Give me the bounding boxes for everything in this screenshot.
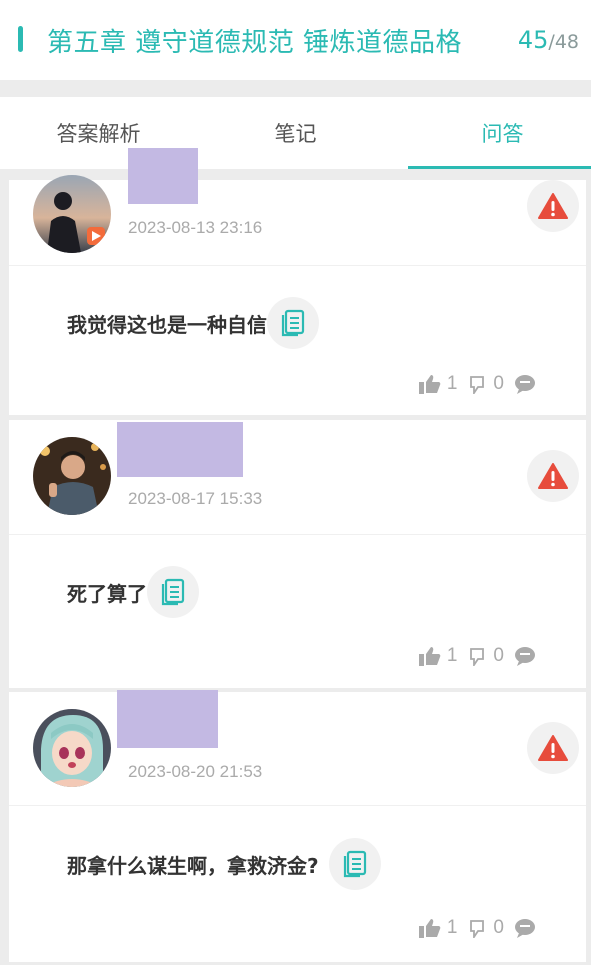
dislike-icon[interactable] <box>467 918 487 938</box>
page-counter: 45/48 <box>518 26 579 54</box>
accent-bar <box>18 26 23 52</box>
like-count: 1 <box>446 645 458 666</box>
comment-icon[interactable] <box>514 374 536 394</box>
active-tab-indicator <box>408 166 591 169</box>
like-icon[interactable] <box>418 374 441 394</box>
tab-qa[interactable]: 问答 <box>404 97 591 169</box>
post-card: 2023-08-17 15:33 死了算了 1 0 <box>9 420 586 688</box>
post-card: 2023-08-13 23:16 我觉得这也是一种自信 1 0 <box>9 148 586 415</box>
note-button[interactable] <box>328 838 381 890</box>
chapter-title: 第五章 遵守道德规范 锤炼道德品格 <box>47 28 463 58</box>
post-stats: 1 0 <box>418 645 536 667</box>
answer-text: 那拿什么谋生啊，拿救济金? <box>67 853 319 878</box>
like-icon[interactable] <box>418 918 441 938</box>
note-icon <box>161 578 185 606</box>
redacted-username <box>128 148 198 204</box>
answer-content: 死了算了 <box>67 566 199 618</box>
card-divider <box>9 805 586 806</box>
tab-bar: 答案解析 笔记 问答 <box>0 97 591 169</box>
dislike-icon[interactable] <box>467 374 487 394</box>
tab-notes[interactable]: 笔记 <box>197 97 394 169</box>
post-time: 2023-08-17 15:33 <box>128 489 263 508</box>
report-button[interactable] <box>527 722 579 774</box>
answer-text: 死了算了 <box>67 581 147 606</box>
report-button[interactable] <box>527 180 579 232</box>
like-icon[interactable] <box>418 646 441 666</box>
report-button[interactable] <box>527 450 579 502</box>
chapter-header: 第五章 遵守道德规范 锤炼道德品格 45/48 <box>0 0 591 80</box>
post-stats: 1 0 <box>418 373 536 395</box>
comment-icon[interactable] <box>514 918 536 938</box>
like-count: 1 <box>446 373 458 394</box>
dislike-count: 0 <box>493 373 504 394</box>
note-button[interactable] <box>267 297 319 349</box>
user-avatar[interactable] <box>33 437 111 515</box>
card-divider <box>9 534 586 535</box>
post-stats: 1 0 <box>418 917 536 939</box>
comment-icon[interactable] <box>514 646 536 666</box>
current-page: 45 <box>517 26 549 54</box>
user-avatar[interactable] <box>33 175 111 253</box>
dislike-count: 0 <box>493 917 504 938</box>
note-icon <box>343 850 366 878</box>
dislike-count: 0 <box>493 645 504 666</box>
total-pages: 48 <box>554 31 579 53</box>
warning-icon <box>538 463 568 489</box>
warning-icon <box>538 193 568 219</box>
card-divider <box>9 265 586 266</box>
redacted-username <box>117 422 243 477</box>
post-card: 2023-08-20 21:53 那拿什么谋生啊，拿救济金? 1 0 <box>9 690 586 962</box>
post-time: 2023-08-20 21:53 <box>128 762 263 781</box>
user-avatar[interactable] <box>33 709 111 787</box>
answer-text: 我觉得这也是一种自信 <box>67 312 267 337</box>
post-time: 2023-08-13 23:16 <box>128 218 263 237</box>
note-icon <box>281 309 305 337</box>
like-count: 1 <box>446 917 458 938</box>
answer-content: 那拿什么谋生啊，拿救济金? <box>67 838 381 890</box>
note-button[interactable] <box>147 566 199 618</box>
redacted-username <box>117 690 218 748</box>
answer-content: 我觉得这也是一种自信 <box>67 297 319 349</box>
dislike-icon[interactable] <box>467 646 487 666</box>
warning-icon <box>538 735 568 761</box>
